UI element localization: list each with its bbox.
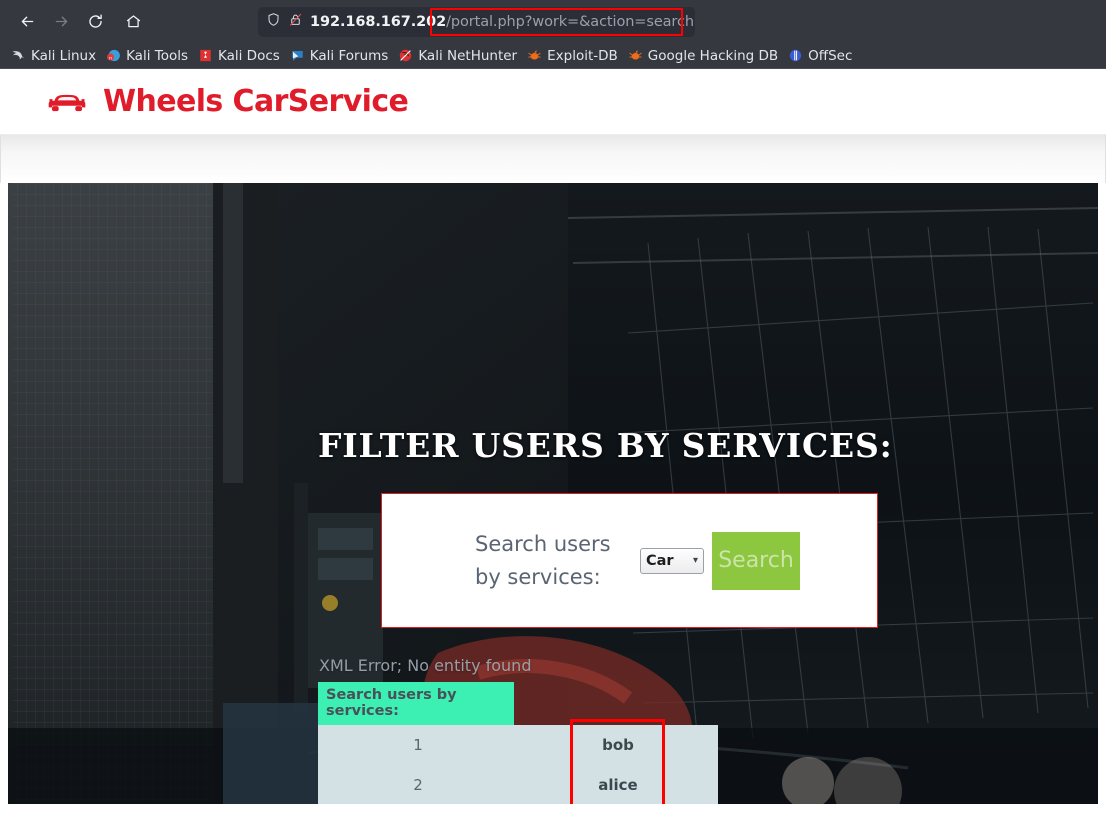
- bookmark-kali-forums[interactable]: Kali Forums: [287, 45, 396, 67]
- browser-window: 192.168.167.202/portal.php?work=&action=…: [0, 0, 1106, 815]
- bookmarks-bar: Kali Linux п Kali Tools Kali Docs Kali F…: [0, 43, 1106, 69]
- service-select-value: Car: [646, 552, 674, 569]
- kali-docs-icon: [200, 49, 211, 62]
- site-header: Wheels CarService: [0, 69, 1106, 135]
- search-form-card: Search users by services: Car ▾ Search: [381, 493, 878, 628]
- back-arrow-icon[interactable]: [10, 7, 44, 37]
- shield-icon[interactable]: [266, 12, 281, 31]
- brand-logo[interactable]: Wheels CarService: [47, 84, 409, 119]
- google-hacking-db-icon: [629, 50, 642, 60]
- row-index: 1: [413, 736, 423, 754]
- row-index: 2: [413, 776, 423, 794]
- chevron-down-icon: ▾: [692, 554, 698, 566]
- car-icon: [48, 94, 86, 111]
- reload-icon[interactable]: [78, 7, 112, 37]
- bookmark-kali-linux[interactable]: Kali Linux: [8, 45, 103, 67]
- bookmark-label: Kali Linux: [31, 47, 97, 64]
- bookmark-kali-tools[interactable]: п Kali Tools: [103, 45, 195, 67]
- row-username: alice: [598, 776, 638, 794]
- page-content: Wheels CarService FILTER USERS BY SERVIC…: [0, 69, 1106, 815]
- url-text: 192.168.167.202/portal.php?work=&action=…: [310, 14, 694, 30]
- bookmark-kali-nethunter[interactable]: Kali NetHunter: [395, 45, 524, 67]
- bookmark-label: Exploit-DB: [547, 47, 618, 64]
- row-username: bob: [602, 736, 634, 754]
- search-form-label: Search users by services:: [475, 531, 611, 589]
- exploit-db-icon: [528, 50, 541, 60]
- bookmark-google-hacking-db[interactable]: Google Hacking DB: [625, 45, 785, 67]
- url-host: 192.168.167.202: [310, 13, 447, 30]
- bookmark-label: OffSec: [808, 47, 853, 64]
- lock-crossed-icon[interactable]: [288, 12, 303, 31]
- address-bar[interactable]: 192.168.167.202/portal.php?work=&action=…: [258, 6, 695, 37]
- bookmark-label: Kali Docs: [218, 47, 280, 64]
- results-table-body: 1 bob 2 alice 3 john 4 dan: [318, 725, 718, 804]
- forward-arrow-icon[interactable]: [44, 7, 78, 37]
- hero-section: FILTER USERS BY SERVICES: Search users b…: [8, 183, 1098, 804]
- bookmark-label: Kali NetHunter: [418, 47, 518, 64]
- bookmark-offsec[interactable]: OffSec: [785, 45, 859, 67]
- kali-dragon-icon: [12, 51, 25, 60]
- offsec-icon: [789, 49, 802, 62]
- svg-text:п: п: [109, 56, 112, 61]
- xml-error-message: XML Error; No entity found: [319, 656, 532, 675]
- bookmark-kali-docs[interactable]: Kali Docs: [195, 45, 287, 67]
- bookmark-label: Kali Tools: [126, 47, 188, 64]
- browser-toolbar: 192.168.167.202/portal.php?work=&action=…: [0, 0, 1106, 43]
- search-button[interactable]: Search: [712, 531, 800, 590]
- bookmark-label: Kali Forums: [309, 47, 389, 64]
- kali-nethunter-icon: [400, 49, 412, 62]
- kali-forums-icon: [292, 51, 303, 61]
- table-row: 2 alice: [318, 765, 718, 804]
- page-title: FILTER USERS BY SERVICES:: [318, 426, 893, 465]
- address-bar-wrapper: 192.168.167.202/portal.php?work=&action=…: [258, 6, 695, 37]
- url-path: /portal.php?work=&action=search: [446, 13, 694, 30]
- home-icon[interactable]: [116, 7, 150, 37]
- service-select[interactable]: Car ▾: [640, 547, 704, 574]
- kali-tools-icon: п: [107, 49, 120, 61]
- sub-navigation-strip: [0, 135, 1106, 183]
- bookmark-label: Google Hacking DB: [647, 47, 779, 64]
- brand-name: Wheels CarService: [103, 84, 409, 119]
- table-row: 1 bob: [318, 725, 718, 765]
- bookmark-exploit-db[interactable]: Exploit-DB: [524, 45, 625, 67]
- results-table: Search users by services: 1 bob 2 alice …: [318, 682, 718, 804]
- results-table-header: Search users by services:: [318, 682, 514, 725]
